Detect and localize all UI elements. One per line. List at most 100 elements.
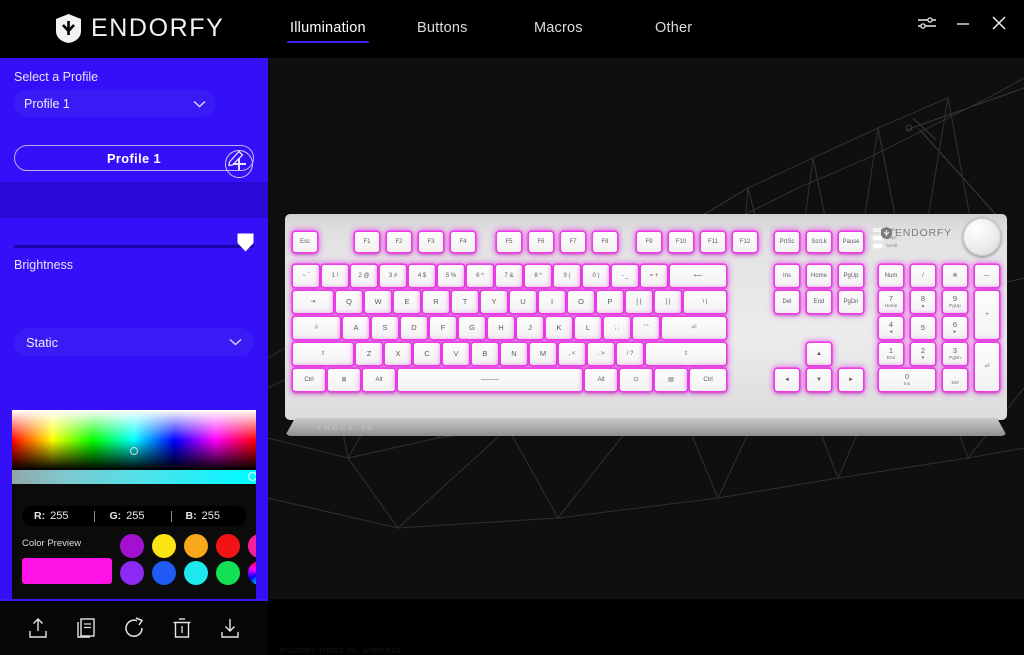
key-7[interactable]: 7 & bbox=[496, 265, 522, 287]
key-[interactable]: ► bbox=[839, 369, 863, 391]
key-[interactable]: ⊞ bbox=[328, 369, 360, 391]
settings-button[interactable] bbox=[916, 12, 938, 34]
key-l[interactable]: L bbox=[575, 317, 601, 339]
swatch-2-3[interactable] bbox=[184, 561, 208, 585]
key-8[interactable]: 8 ▲ bbox=[911, 291, 935, 313]
key-[interactable]: = + bbox=[641, 265, 667, 287]
key-t[interactable]: T bbox=[452, 291, 478, 313]
key-home[interactable]: Home bbox=[807, 265, 831, 287]
key-i[interactable]: I bbox=[539, 291, 565, 313]
key-d[interactable]: D bbox=[401, 317, 427, 339]
key-f3[interactable]: F3 bbox=[419, 232, 443, 252]
key-3[interactable]: 3 PgDn bbox=[943, 343, 967, 365]
key-scrlk[interactable]: ScrLk bbox=[807, 232, 831, 252]
key-h[interactable]: H bbox=[488, 317, 514, 339]
key-pgup[interactable]: PgUp bbox=[839, 265, 863, 287]
profile-name-field[interactable]: Profile 1 bbox=[14, 145, 254, 171]
saturation-value-area[interactable] bbox=[12, 410, 256, 470]
swatch-2-2[interactable] bbox=[152, 561, 176, 585]
key-0[interactable]: 0 ) bbox=[583, 265, 609, 287]
swatch-1-1[interactable] bbox=[120, 534, 144, 558]
key-[interactable]: ⇥ bbox=[293, 291, 333, 313]
swatch-1-3[interactable] bbox=[184, 534, 208, 558]
rgb-green-field[interactable]: G: 255 bbox=[95, 506, 144, 526]
profile-dropdown[interactable]: Profile 1 bbox=[14, 90, 216, 117]
key-f8[interactable]: F8 bbox=[593, 232, 617, 252]
volume-knob[interactable] bbox=[963, 218, 1001, 256]
key-4[interactable]: 4 ◄ bbox=[879, 317, 903, 339]
swatch-1-5[interactable] bbox=[248, 534, 256, 558]
key-f[interactable]: F bbox=[430, 317, 456, 339]
key-w[interactable]: W bbox=[365, 291, 391, 313]
key-[interactable]: / ? bbox=[617, 343, 643, 365]
key-[interactable]: ] } bbox=[655, 291, 681, 313]
key-del[interactable]: Del bbox=[775, 291, 799, 313]
pencil-icon[interactable] bbox=[227, 150, 244, 167]
key-n[interactable]: N bbox=[501, 343, 527, 365]
tab-other[interactable]: Other bbox=[655, 20, 692, 36]
key-2[interactable]: 2 @ bbox=[351, 265, 377, 287]
key-[interactable]: ▲ bbox=[807, 343, 831, 365]
key-[interactable]: ⏎ bbox=[975, 343, 999, 391]
key-6[interactable]: 6 ► bbox=[943, 317, 967, 339]
key-prtsc[interactable]: PrtSc bbox=[775, 232, 799, 252]
key-[interactable]: ⏻ bbox=[620, 369, 652, 391]
key-[interactable]: - _ bbox=[612, 265, 638, 287]
key-1[interactable]: 1 End bbox=[879, 343, 903, 365]
key-[interactable]: + bbox=[975, 291, 999, 339]
rgb-red-field[interactable]: R: 255 bbox=[22, 506, 68, 526]
key-[interactable]: / bbox=[911, 265, 935, 287]
key-f6[interactable]: F6 bbox=[529, 232, 553, 252]
key-m[interactable]: M bbox=[530, 343, 556, 365]
key-[interactable]: ⟵ bbox=[670, 265, 726, 287]
key-0[interactable]: 0 Ins bbox=[879, 369, 935, 391]
key-[interactable]: ✲ bbox=[943, 265, 967, 287]
close-button[interactable] bbox=[988, 12, 1010, 34]
brightness-slider-handle[interactable] bbox=[237, 233, 254, 252]
minimize-button[interactable] bbox=[952, 12, 974, 34]
key-f1[interactable]: F1 bbox=[355, 232, 379, 252]
key-v[interactable]: V bbox=[443, 343, 469, 365]
key-f4[interactable]: F4 bbox=[451, 232, 475, 252]
key-[interactable]: ⇧ bbox=[646, 343, 726, 365]
key-alt[interactable]: Alt bbox=[363, 369, 395, 391]
key-3[interactable]: 3 # bbox=[380, 265, 406, 287]
swatch-rainbow[interactable] bbox=[248, 561, 256, 585]
key-[interactable]: , < bbox=[559, 343, 585, 365]
effect-dropdown[interactable]: Static bbox=[14, 328, 254, 356]
key-[interactable]: ⏎ bbox=[662, 317, 726, 339]
rgb-blue-field[interactable]: B: 255 bbox=[172, 506, 220, 526]
key-esc[interactable]: Esc bbox=[293, 232, 317, 252]
key-ctrl[interactable]: Ctrl bbox=[293, 369, 325, 391]
key-[interactable]: . > bbox=[588, 343, 614, 365]
swatch-2-4[interactable] bbox=[216, 561, 240, 585]
key-6[interactable]: 6 ^ bbox=[467, 265, 493, 287]
key-f10[interactable]: F10 bbox=[669, 232, 693, 252]
key-[interactable]: ▼ bbox=[807, 369, 831, 391]
swatch-2-1[interactable] bbox=[120, 561, 144, 585]
key-num[interactable]: Num bbox=[879, 265, 903, 287]
key-[interactable]: [ { bbox=[626, 291, 652, 313]
swatch-1-2[interactable] bbox=[152, 534, 176, 558]
key-8[interactable]: 8 * bbox=[525, 265, 551, 287]
key-[interactable]: ; : bbox=[604, 317, 630, 339]
key-[interactable]: — bbox=[975, 265, 999, 287]
key-ctrl[interactable]: Ctrl bbox=[690, 369, 726, 391]
key-r[interactable]: R bbox=[423, 291, 449, 313]
key-a[interactable]: A bbox=[343, 317, 369, 339]
rgb-input-row[interactable]: R: 255 G: 255 B: 255 bbox=[22, 506, 246, 526]
key-j[interactable]: J bbox=[517, 317, 543, 339]
key-[interactable]: \ | bbox=[684, 291, 726, 313]
key-2[interactable]: 2 ▼ bbox=[911, 343, 935, 365]
key-pgdn[interactable]: PgDn bbox=[839, 291, 863, 313]
key-g[interactable]: G bbox=[459, 317, 485, 339]
key-7[interactable]: 7 Home bbox=[879, 291, 903, 313]
key-alt[interactable]: Alt bbox=[585, 369, 617, 391]
tab-illumination[interactable]: Illumination bbox=[287, 20, 369, 43]
key-[interactable]: ' " bbox=[633, 317, 659, 339]
key-ins[interactable]: Ins bbox=[775, 265, 799, 287]
key-5[interactable]: 5 % bbox=[438, 265, 464, 287]
key-q[interactable]: Q bbox=[336, 291, 362, 313]
key-z[interactable]: Z bbox=[356, 343, 382, 365]
key-end[interactable]: End bbox=[807, 291, 831, 313]
